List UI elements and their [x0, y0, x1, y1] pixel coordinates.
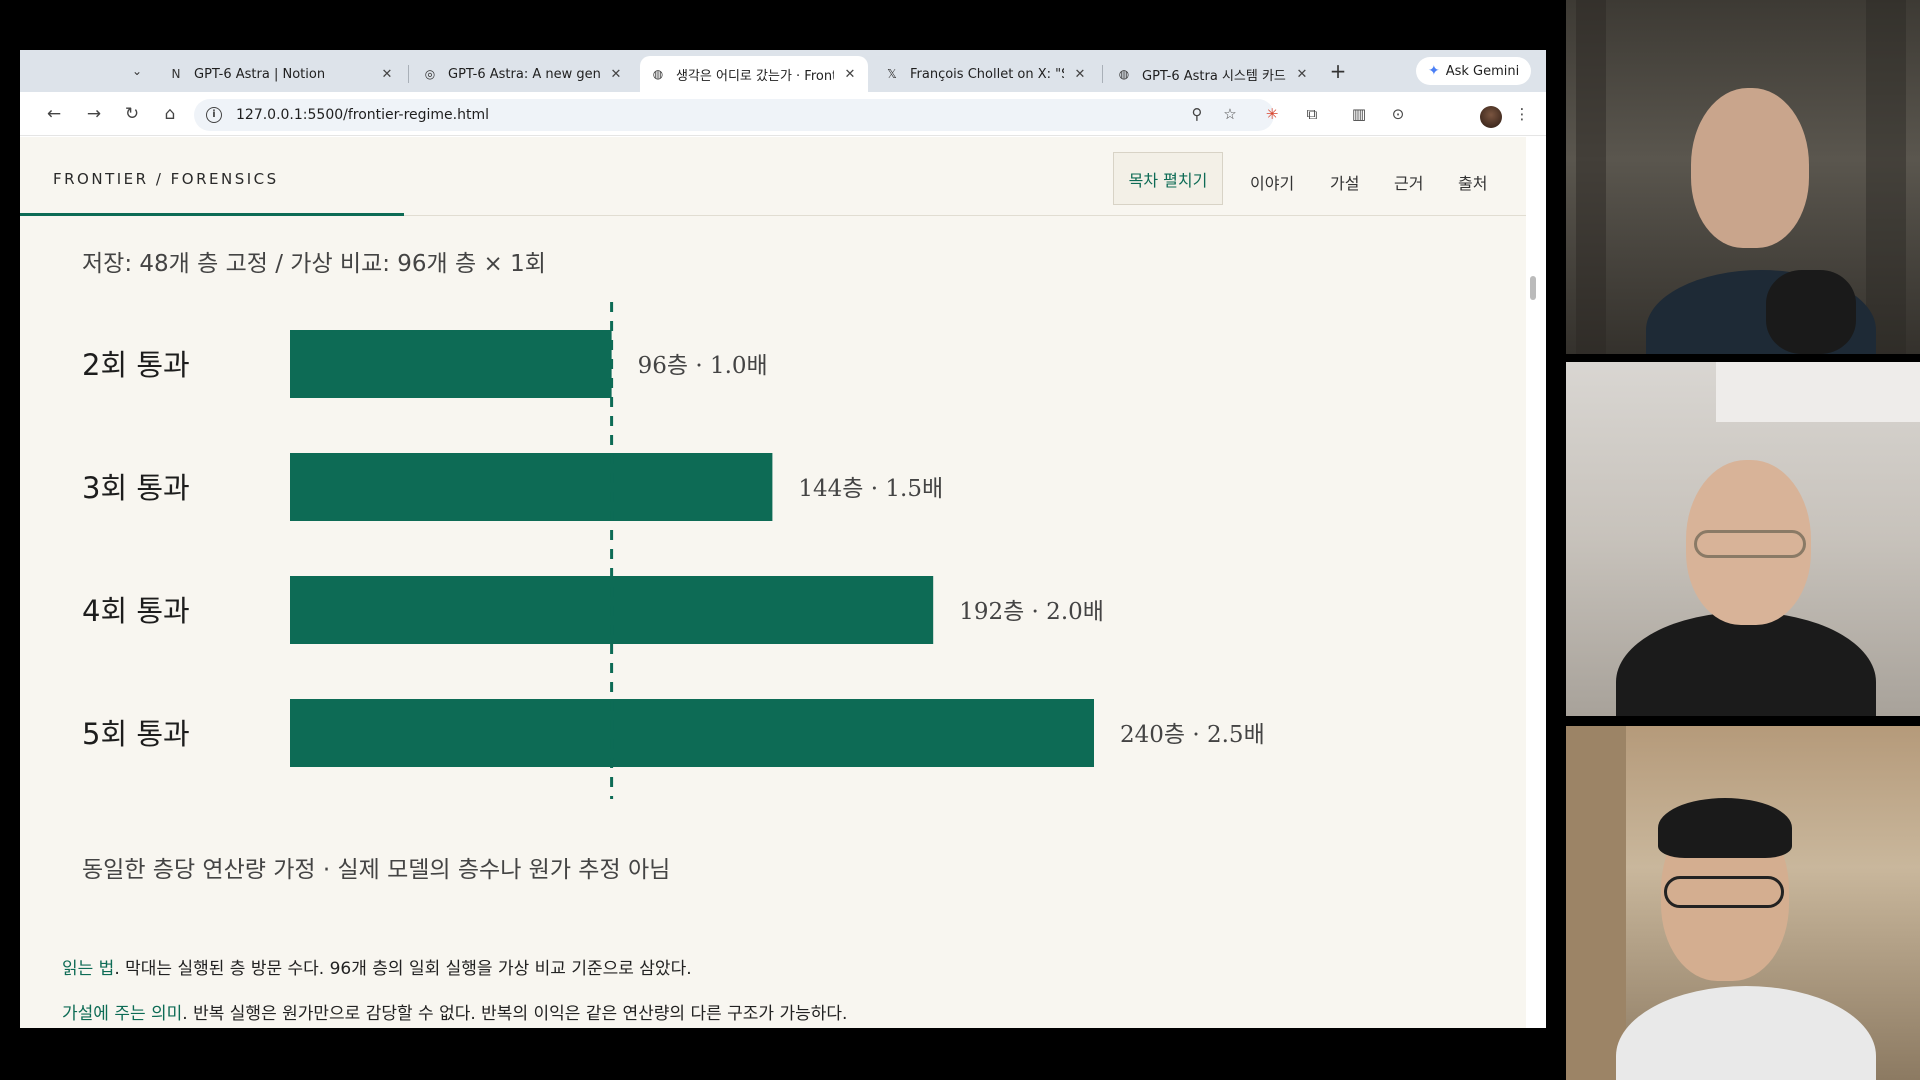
- pass-count-bar-chart: 2회 통과 96층 · 1.0배 3회 통과 144층 · 1.5배 4회 통과 192층…: [82, 302, 1265, 799]
- bar: [290, 453, 773, 521]
- bar-category-label: 5회 통과: [82, 717, 190, 751]
- nav-link-evidence[interactable]: 근거: [1394, 170, 1423, 194]
- wall-panel: [1566, 726, 1626, 1080]
- new-tab-icon[interactable]: +: [1326, 60, 1350, 84]
- tab-divider: [408, 65, 409, 83]
- reload-icon[interactable]: ↻: [120, 102, 144, 126]
- tab-title: 생각은 어디로 갔는가 · Front: [676, 68, 834, 84]
- participant-body: [1616, 986, 1876, 1080]
- close-icon[interactable]: ✕: [1294, 67, 1310, 82]
- gemini-sparkle-icon: ✦: [1428, 63, 1440, 79]
- globe-icon: ◍: [652, 67, 664, 81]
- bar-value-label: 240층 · 2.5배: [1120, 722, 1265, 748]
- scrollbar-thumb[interactable]: [1530, 276, 1536, 300]
- x-icon: 𝕏: [887, 67, 897, 81]
- participant-body: [1616, 612, 1876, 716]
- close-icon[interactable]: ✕: [608, 67, 624, 82]
- bar-value-label: 96층 · 1.0배: [638, 353, 768, 379]
- toc-toggle-button[interactable]: 목차 펼치기: [1113, 152, 1223, 205]
- video-tile-participant-1: [1566, 0, 1920, 354]
- zoom-icon[interactable]: ⚲: [1185, 102, 1209, 126]
- implication-text: . 반복 실행은 원가만으로 감당할 수 없다. 반복의 이익은 같은 연산량의…: [182, 1004, 848, 1024]
- extension-burst-icon[interactable]: ✳: [1260, 102, 1284, 126]
- tab-gpt6-astra[interactable]: ◎ GPT-6 Astra: A new gen ✕: [412, 56, 634, 92]
- video-tile-participant-2: [1566, 362, 1920, 716]
- bar: [290, 699, 1094, 767]
- chart-footnote: 동일한 층당 연산량 가정 · 실제 모델의 층수나 원가 추정 아님: [82, 857, 671, 883]
- implication-label: 가설에 주는 의미: [62, 1004, 183, 1024]
- implication-note: 가설에 주는 의미. 반복 실행은 원가만으로 감당할 수 없다. 반복의 이익…: [62, 999, 847, 1024]
- tab-divider: [1102, 65, 1103, 83]
- url-text[interactable]: 127.0.0.1:5500/frontier-regime.html: [236, 107, 489, 123]
- site-brand[interactable]: FRONTIER / FORENSICS: [53, 170, 279, 188]
- home-icon[interactable]: ⌂: [158, 102, 182, 126]
- reading-guide-label: 읽는 법: [62, 959, 115, 979]
- address-bar[interactable]: i 127.0.0.1:5500/frontier-regime.html: [194, 99, 1274, 131]
- ask-gemini-button[interactable]: ✦ Ask Gemini: [1416, 57, 1532, 85]
- tab-system-card[interactable]: ◍ GPT-6 Astra 시스템 카드 – ✕: [1106, 56, 1320, 92]
- tab-title: GPT-6 Astra: A new gen: [448, 66, 600, 82]
- reading-guide: 읽는 법. 막대는 실행된 층 방문 수다. 96개 층의 일회 실행을 가상 …: [62, 954, 692, 979]
- site-header: FRONTIER / FORENSICS 목차 펼치기 이야기 가설 근거 출처: [20, 137, 1526, 216]
- participant-hair: [1658, 798, 1792, 858]
- reading-mode-icon[interactable]: ▥: [1347, 102, 1371, 126]
- ask-gemini-label: Ask Gemini: [1445, 63, 1520, 79]
- tab-strip: ⌄ N GPT-6 Astra | Notion ✕ ◎ GPT-6 Astra…: [20, 50, 1546, 92]
- kebab-menu-icon[interactable]: ⋮: [1510, 102, 1534, 126]
- reading-guide-text: . 막대는 실행된 층 방문 수다. 96개 층의 일회 실행을 가상 비교 기…: [114, 959, 692, 979]
- bar-value-label: 192층 · 2.0배: [959, 599, 1104, 625]
- forward-arrow-icon[interactable]: →: [82, 102, 106, 126]
- participant-face: [1691, 88, 1809, 248]
- tab-frontier-active[interactable]: ◍ 생각은 어디로 갔는가 · Front ✕: [640, 56, 868, 92]
- bar: [290, 330, 612, 398]
- microphone: [1766, 270, 1856, 354]
- bookshelf: [1866, 0, 1906, 354]
- close-icon[interactable]: ✕: [842, 67, 858, 82]
- tab-notion[interactable]: N GPT-6 Astra | Notion ✕: [158, 56, 405, 92]
- glasses: [1664, 876, 1784, 908]
- screenshot-lens-icon[interactable]: ⊙: [1386, 102, 1410, 126]
- profile-avatar[interactable]: [1480, 106, 1502, 128]
- bookshelf: [1576, 0, 1606, 354]
- reading-progress-bar: [20, 213, 404, 216]
- nav-link-hypothesis[interactable]: 가설: [1330, 170, 1359, 194]
- bar-category-label: 4회 통과: [82, 594, 190, 628]
- site-info-icon[interactable]: i: [206, 107, 222, 123]
- bookmark-star-icon[interactable]: ☆: [1218, 102, 1242, 126]
- globe-icon: ◍: [1118, 67, 1130, 81]
- nav-link-story[interactable]: 이야기: [1250, 170, 1294, 194]
- tab-title: François Chollet on X: "S: [910, 66, 1064, 82]
- page-content: FRONTIER / FORENSICS 목차 펼치기 이야기 가설 근거 출처…: [20, 137, 1526, 1028]
- chart-subtitle: 저장: 48개 층 고정 / 가상 비교: 96개 층 × 1회: [82, 251, 546, 277]
- glasses: [1694, 530, 1806, 558]
- globe-icon: ◎: [424, 67, 436, 81]
- bar-category-label: 3회 통과: [82, 471, 190, 505]
- browser-toolbar: ← → ↻ ⌂ i 127.0.0.1:5500/frontier-regime…: [20, 92, 1546, 136]
- tab-chollet-x[interactable]: 𝕏 François Chollet on X: "S ✕: [874, 56, 1098, 92]
- tab-search-icon[interactable]: ⌄: [123, 58, 151, 84]
- video-tile-participant-3: [1566, 726, 1920, 1080]
- back-arrow-icon[interactable]: ←: [42, 102, 66, 126]
- tab-title: GPT-6 Astra 시스템 카드 –: [1142, 68, 1286, 84]
- close-icon[interactable]: ✕: [379, 67, 395, 82]
- bar-value-label: 144층 · 1.5배: [798, 476, 943, 502]
- notion-icon: N: [171, 67, 181, 81]
- close-icon[interactable]: ✕: [1072, 67, 1088, 82]
- nav-link-sources[interactable]: 출처: [1458, 170, 1487, 194]
- extensions-puzzle-icon[interactable]: ⧉: [1300, 102, 1324, 126]
- bar-category-label: 2회 통과: [82, 348, 190, 382]
- tab-title: GPT-6 Astra | Notion: [194, 66, 326, 82]
- air-conditioner: [1716, 362, 1920, 422]
- browser-window: ⌄ N GPT-6 Astra | Notion ✕ ◎ GPT-6 Astra…: [20, 50, 1546, 1028]
